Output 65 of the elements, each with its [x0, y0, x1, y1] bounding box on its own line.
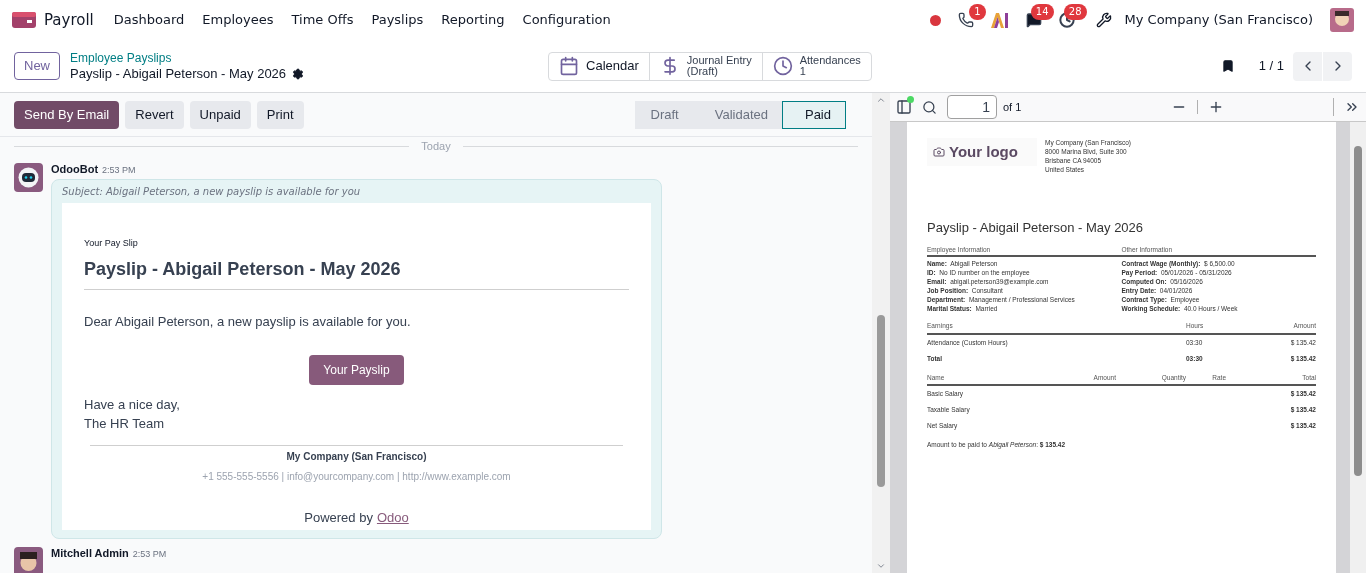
- user-avatar-icon[interactable]: [1330, 8, 1354, 32]
- bookmark-icon[interactable]: [1220, 59, 1235, 73]
- closing-line: Have a nice day,: [84, 396, 181, 414]
- menu-item[interactable]: Time Offs: [291, 10, 354, 30]
- email-greeting: Dear Abigail Peterson, a new payslip is available for you.: [84, 312, 412, 331]
- scrollbar[interactable]: [872, 93, 890, 573]
- action-button[interactable]: Send By Email: [14, 100, 120, 129]
- record-title: Payslip - Abigail Peterson - May 2026: [70, 66, 287, 81]
- previous-button[interactable]: [1293, 51, 1322, 81]
- search-icon[interactable]: [922, 99, 937, 115]
- clock-icon: [772, 56, 793, 76]
- sidebar-toggle-icon[interactable]: [896, 99, 912, 115]
- action-button[interactable]: Revert: [125, 100, 184, 129]
- message-subject: Subject: Abigail Peterson, a new payslip is available for you: [62, 185, 362, 199]
- message-time: 2:53 PM: [132, 547, 167, 561]
- user-avatar-icon: [14, 546, 43, 573]
- company-switcher[interactable]: My Company (San Francisco): [1124, 10, 1313, 30]
- powered-by-text: Powered by: [304, 509, 373, 527]
- smart-button[interactable]: Journal Entry (Draft): [648, 52, 762, 80]
- payslip-link-button[interactable]: Your Payslip: [309, 355, 404, 385]
- logo-text: Your logo: [949, 141, 1018, 162]
- message-author: Mitchell Admin: [51, 545, 129, 561]
- email-title: Payslip - Abigail Peterson - May 2026: [84, 255, 629, 290]
- scrollbar-thumb[interactable]: [877, 315, 885, 487]
- phone-icon[interactable]: [957, 12, 974, 28]
- page-number-field[interactable]: 1: [947, 95, 997, 119]
- smart-button[interactable]: Calendar: [549, 52, 649, 80]
- count-badge: 1: [969, 4, 986, 20]
- camera-icon: [933, 146, 945, 158]
- date-separator: Today: [420, 139, 452, 154]
- app-logo-icon[interactable]: [12, 12, 36, 28]
- menu-item[interactable]: Employees: [202, 10, 274, 30]
- scrollbar-thumb[interactable]: [1354, 146, 1362, 476]
- pager-value[interactable]: 1 / 1: [1258, 56, 1284, 76]
- action-button[interactable]: Print: [256, 100, 304, 129]
- calendar-icon: [559, 56, 580, 76]
- pdf-scrollbar[interactable]: [1350, 122, 1366, 573]
- app-name[interactable]: Payroll: [44, 8, 94, 32]
- message-time: 2:53 PM: [102, 163, 136, 177]
- closing-line: The HR Team: [84, 415, 165, 433]
- menu-item[interactable]: Configuration: [522, 10, 611, 30]
- menu-item[interactable]: Payslips: [371, 10, 424, 30]
- odoo-link[interactable]: Odoo: [376, 508, 409, 528]
- status-stage[interactable]: Paid: [781, 100, 846, 129]
- document-title: Payslip - Abigail Peterson - May 2026: [927, 219, 1145, 237]
- new-button[interactable]: New: [14, 52, 60, 80]
- bot-avatar-icon: [14, 162, 43, 192]
- tools-icon[interactable]: [1095, 12, 1112, 28]
- count-badge: 28: [1063, 4, 1087, 20]
- menu-item[interactable]: Reporting: [441, 10, 505, 30]
- status-stage[interactable]: Draft: [634, 100, 693, 129]
- email-pretitle: Your Pay Slip: [84, 237, 139, 250]
- email-company: My Company (San Francisco): [286, 450, 427, 464]
- status-stage[interactable]: Validated: [692, 100, 782, 129]
- page-count: of 1: [1003, 99, 1022, 115]
- breadcrumb-link[interactable]: Employee Payslips: [70, 51, 305, 66]
- smart-button[interactable]: Attendances 1: [761, 52, 871, 80]
- next-button[interactable]: [1323, 51, 1352, 81]
- email-contacts: +1 555-555-5556 | info@yourcompany.com | http://www.example.com: [202, 470, 511, 484]
- menu-item[interactable]: Dashboard: [113, 10, 185, 30]
- settings-icon[interactable]: [292, 67, 305, 80]
- count-badge: 14: [1030, 4, 1054, 20]
- message-author: OdooBot: [51, 161, 99, 177]
- ai-icon[interactable]: [990, 12, 1009, 28]
- action-button[interactable]: Unpaid: [189, 100, 251, 129]
